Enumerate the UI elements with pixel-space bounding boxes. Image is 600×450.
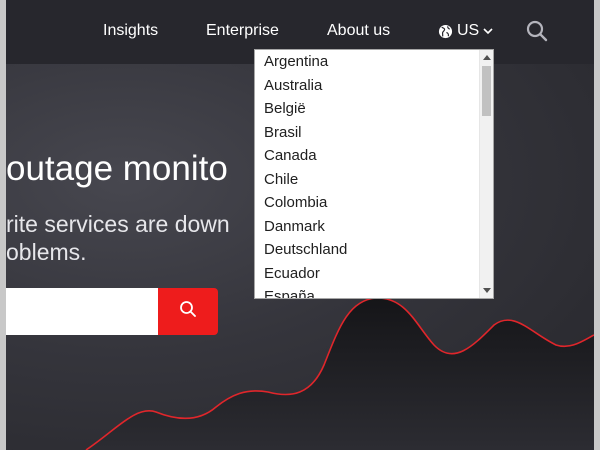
region-option[interactable]: Deutschland <box>255 238 479 262</box>
region-option[interactable]: Brasil <box>255 121 479 145</box>
region-option[interactable]: Chile <box>255 168 479 192</box>
region-option[interactable]: Ecuador <box>255 262 479 286</box>
nav-link-enterprise[interactable]: Enterprise <box>206 20 279 42</box>
globe-icon <box>438 24 453 39</box>
nav-link-insights[interactable]: Insights <box>103 20 158 42</box>
region-dropdown[interactable]: Argentina Australia België Brasil Canada… <box>254 49 494 299</box>
region-label: US <box>457 22 480 39</box>
chevron-down-icon <box>483 27 493 35</box>
region-option-list: Argentina Australia België Brasil Canada… <box>255 50 479 298</box>
hero-title: outage monito <box>6 149 228 188</box>
region-option[interactable]: Danmark <box>255 215 479 239</box>
search-icon[interactable] <box>525 19 549 43</box>
region-option[interactable]: Australia <box>255 74 479 98</box>
region-selector[interactable]: US <box>438 20 493 42</box>
search-submit-button[interactable] <box>158 288 218 335</box>
region-option[interactable]: España <box>255 285 479 298</box>
region-option[interactable]: Colombia <box>255 191 479 215</box>
dropdown-scrollbar[interactable] <box>479 50 493 298</box>
region-option[interactable]: België <box>255 97 479 121</box>
search-icon <box>179 300 197 323</box>
scrollbar-thumb[interactable] <box>482 66 491 116</box>
region-option[interactable]: Canada <box>255 144 479 168</box>
scroll-down-arrow-icon[interactable] <box>483 288 491 293</box>
nav-link-about-us[interactable]: About us <box>327 20 390 42</box>
scroll-up-arrow-icon[interactable] <box>483 55 491 60</box>
region-option[interactable]: Argentina <box>255 50 479 74</box>
service-search-input[interactable] <box>6 288 158 335</box>
